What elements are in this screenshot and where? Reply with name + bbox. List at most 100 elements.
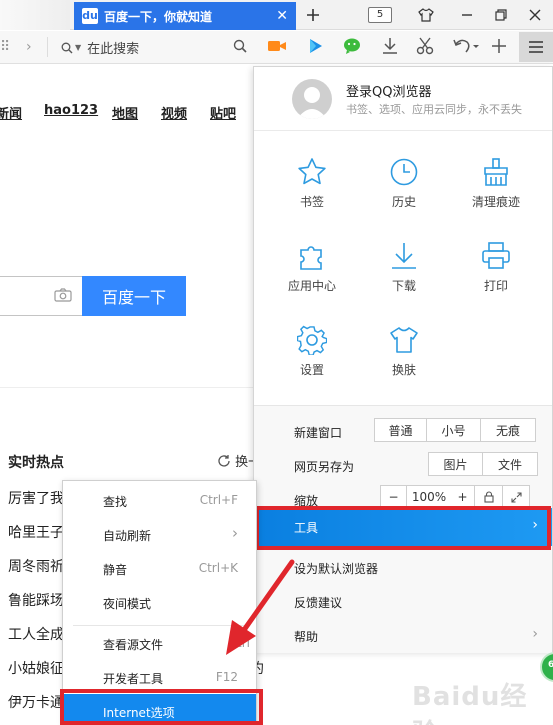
lock-icon	[483, 491, 494, 503]
download-button[interactable]	[380, 36, 400, 56]
zoom-in-button[interactable]: +	[451, 486, 475, 508]
submenu-shortcut: F12	[215, 670, 238, 684]
submenu-item-mute[interactable]: 静音 Ctrl+K	[63, 551, 256, 585]
save-as-label: 网页另存为	[294, 460, 355, 474]
grid-item-label: 书签	[299, 195, 324, 209]
new-window-small-button[interactable]: 小号	[427, 419, 481, 441]
screenshot-button[interactable]	[415, 36, 435, 56]
tab-bar: du 百度一下，你就知道 ✕ 5	[0, 0, 553, 30]
login-title[interactable]: 登录QQ浏览器	[346, 81, 431, 100]
grid-item-label: 历史	[391, 195, 416, 209]
hot-item[interactable]: 哈里王子	[8, 522, 64, 542]
new-window-incognito-button[interactable]: 无痕	[481, 419, 535, 441]
login-subtitle: 书签、选项、应用云同步，永不丢失	[346, 103, 522, 116]
menu-item-set-default-browser[interactable]: 设为默认浏览器	[254, 550, 552, 584]
add-button[interactable]	[489, 36, 509, 56]
grid-item-bookmarks[interactable]: 书签	[267, 157, 357, 227]
nav-link-tieba[interactable]: 贴吧	[210, 103, 236, 122]
baidu-search-button[interactable]: 百度一下	[82, 276, 186, 316]
new-window-label: 新建窗口	[294, 426, 343, 440]
submenu-shortcut: Ctrl	[228, 636, 250, 650]
grid-item-skin[interactable]: 换肤	[359, 325, 449, 395]
grid-item-settings[interactable]: 设置	[267, 325, 357, 395]
hot-topics-title: 实时热点	[8, 455, 64, 471]
submenu-label: 查看源文件	[103, 638, 164, 652]
clock-icon	[390, 158, 418, 186]
fullscreen-button[interactable]	[503, 486, 529, 508]
save-as-image-button[interactable]: 图片	[429, 453, 483, 475]
tab-count-badge[interactable]: 5	[368, 7, 392, 23]
submenu-item-find[interactable]: 查找 Ctrl+F	[63, 483, 256, 517]
close-window-button[interactable]	[524, 4, 546, 26]
undo-close-tab-button[interactable]	[451, 36, 481, 56]
close-icon[interactable]: ✕	[276, 8, 288, 24]
save-as-file-button[interactable]: 文件	[483, 453, 537, 475]
hot-item[interactable]: 鲁能踩场	[8, 590, 64, 610]
menu-item-feedback[interactable]: 反馈建议	[254, 584, 552, 618]
active-tab[interactable]: du 百度一下，你就知道 ✕	[74, 2, 296, 30]
refresh-icon	[218, 455, 230, 467]
wechat-button[interactable]	[343, 36, 363, 56]
grid-item-clear-traces[interactable]: 清理痕迹	[451, 157, 541, 227]
tools-highlight-box	[255, 506, 551, 550]
main-menu-button[interactable]	[519, 32, 553, 62]
submenu-item-auto-refresh[interactable]: 自动刷新 ›	[63, 517, 256, 551]
new-window-normal-button[interactable]: 普通	[375, 419, 427, 441]
save-as-options: 图片 文件	[428, 452, 538, 476]
zoom-out-button[interactable]: −	[381, 486, 407, 508]
grid-item-app-center[interactable]: 应用中心	[267, 241, 357, 311]
new-window-options: 普通 小号 无痕	[374, 418, 536, 442]
search-icon[interactable]	[233, 39, 247, 53]
grid-item-print[interactable]: 打印	[451, 241, 541, 311]
minimize-button[interactable]	[456, 4, 478, 26]
submenu-item-night-mode[interactable]: 夜间模式	[63, 585, 256, 619]
video-recorder-button[interactable]	[267, 36, 287, 56]
zoom-lock-button[interactable]	[475, 486, 503, 508]
avatar[interactable]	[292, 79, 332, 119]
nav-link-news[interactable]: 新闻	[0, 103, 22, 122]
grid-item-downloads[interactable]: 下载	[359, 241, 449, 311]
login-panel[interactable]: 登录QQ浏览器 书签、选项、应用云同步，永不丢失	[254, 67, 552, 131]
video-player-button[interactable]	[305, 36, 325, 56]
feedback-label: 反馈建议	[294, 596, 343, 610]
chevron-right-icon[interactable]: ›	[26, 39, 32, 55]
feature-grid: 书签 历史 清理痕迹 应用中心 下载 打印 设置 换肤	[254, 131, 552, 403]
plus-icon	[307, 9, 319, 21]
search-box[interactable]: ▼ 在此搜索	[47, 35, 251, 60]
nav-link-video[interactable]: 视频	[161, 103, 187, 122]
address-bar-edge[interactable]: ⠿	[0, 39, 10, 55]
previous-tab-area[interactable]	[0, 0, 70, 30]
hamburger-menu-icon	[529, 41, 543, 53]
skin-button[interactable]	[414, 4, 438, 26]
restore-button[interactable]	[490, 4, 512, 26]
submenu-label: 夜间模式	[103, 597, 152, 611]
grid-item-label: 应用中心	[287, 279, 336, 293]
internet-options-highlight-box	[60, 689, 263, 725]
menu-item-help[interactable]: 帮助 ›	[254, 618, 552, 652]
hot-item[interactable]: 周冬雨祈	[8, 556, 64, 576]
search-input[interactable]: 在此搜索	[87, 38, 139, 57]
baidu-search-input[interactable]	[0, 276, 82, 316]
browser-main-menu: 登录QQ浏览器 书签、选项、应用云同步，永不丢失 书签 历史 清理痕迹 应用中心…	[253, 66, 553, 653]
chevron-right-icon: ›	[232, 524, 238, 542]
grid-item-history[interactable]: 历史	[359, 157, 449, 227]
submenu-shortcut: Ctrl+F	[199, 493, 238, 507]
nav-link-hao123[interactable]: hao123	[44, 103, 98, 118]
new-tab-button[interactable]	[302, 4, 324, 26]
star-icon	[298, 158, 326, 185]
search-engine-icon[interactable]	[61, 42, 73, 54]
toolbar-divider	[47, 37, 48, 57]
video-camera-icon	[268, 41, 286, 51]
hot-item[interactable]: 小姑娘征	[8, 658, 64, 678]
broom-icon	[484, 158, 508, 186]
download-icon	[383, 38, 397, 54]
grid-item-label: 打印	[483, 279, 508, 293]
puzzle-icon	[300, 246, 322, 270]
hot-item[interactable]: 厉害了我	[8, 488, 64, 508]
nav-link-map[interactable]: 地图	[112, 103, 138, 122]
submenu-item-view-source[interactable]: 查看源文件 Ctrl	[63, 626, 256, 660]
hot-item[interactable]: 伊万卡通	[8, 692, 64, 712]
grid-item-label: 清理痕迹	[471, 195, 520, 209]
hot-item[interactable]: 工人全成	[8, 624, 64, 644]
chevron-down-icon[interactable]: ▼	[75, 43, 81, 52]
